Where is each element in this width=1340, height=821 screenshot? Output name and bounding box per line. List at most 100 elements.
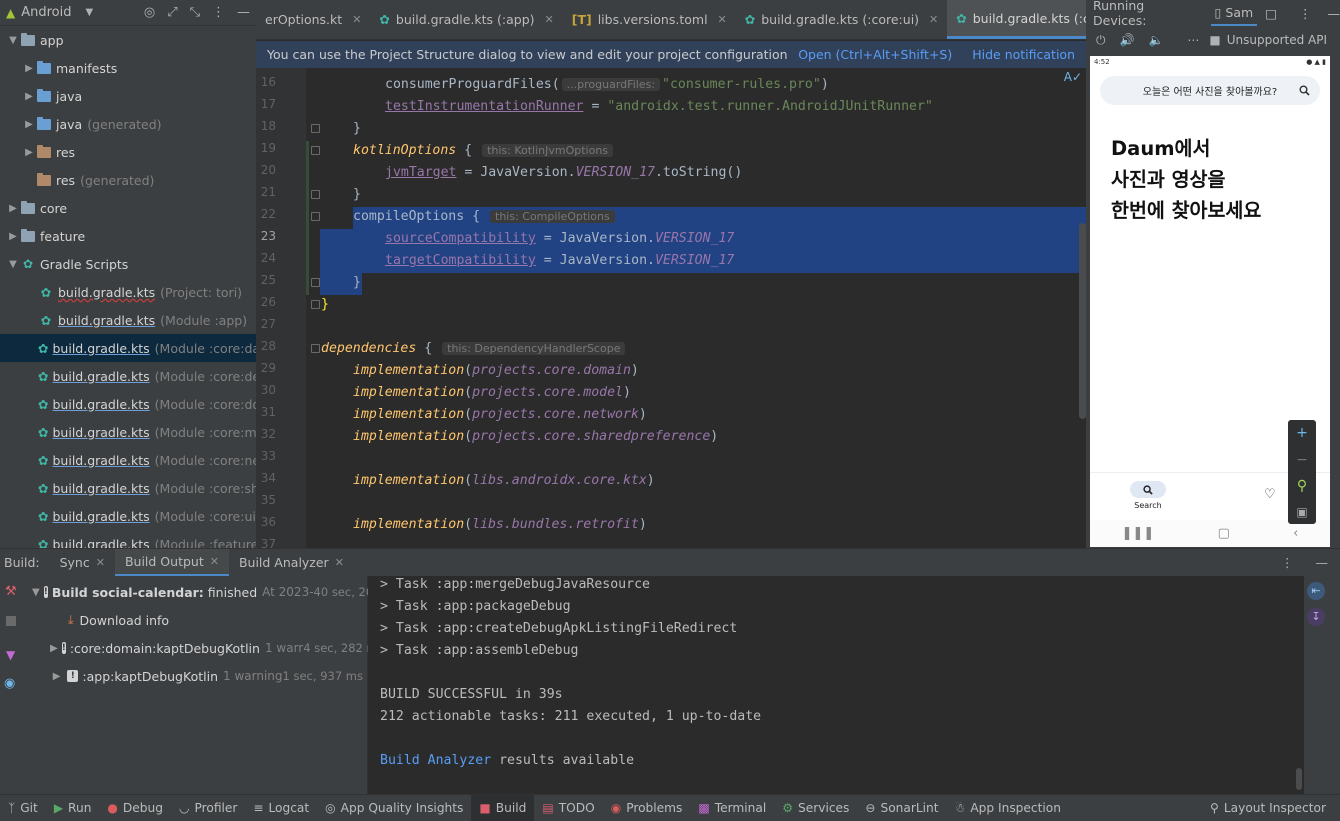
tree-item-build-gradle-core-network[interactable]: ✿ build.gradle.kts (Module :core:networ [0,446,256,474]
chevron-right-icon[interactable]: ▶ [50,671,63,682]
soft-wrap-icon[interactable]: ⇤ [1307,582,1325,600]
chevron-right-icon[interactable]: ▶ [22,147,36,158]
tree-item-build-gradle-project[interactable]: ✿ build.gradle.kts (Project: tori) [0,278,256,306]
recents-icon[interactable]: ❚❚❚ [1122,526,1155,541]
sonarlint-tool-button[interactable]: ⊖ SonarLint [857,795,946,821]
layout-inspector-tool-button[interactable]: ⚲ Layout Inspector [1202,795,1340,821]
tree-item-java[interactable]: ▶ java [0,82,256,110]
expand-icon[interactable]: ⤢ [167,5,177,20]
tree-item-build-gradle-core-design[interactable]: ✿ build.gradle.kts (Module :core:design [0,362,256,390]
minimize-icon[interactable]: — [1328,6,1340,21]
hide-notification-link[interactable]: Hide notification [972,47,1075,62]
tree-item-build-gradle-core-ui[interactable]: ✿ build.gradle.kts (Module :core:ui) [0,502,256,530]
problems-tool-button[interactable]: ◉ Problems [603,795,691,821]
todo-tool-button[interactable]: ▤ TODO [534,795,602,821]
home-icon[interactable]: ▢ [1218,526,1230,541]
app-inspection-tool-button[interactable]: ☃ App Inspection [947,795,1069,821]
tree-item-feature[interactable]: ▶ feature [0,222,256,250]
tree-item-gradle-scripts[interactable]: ▼ ✿ Gradle Scripts [0,250,256,278]
services-tool-button[interactable]: ⚙ Services [774,795,857,821]
build-tool-button[interactable]: ■ Build [471,794,535,821]
tree-item-res[interactable]: ▶ res [0,138,256,166]
scroll-to-end-icon[interactable]: ↧ [1307,608,1325,626]
power-icon[interactable]: ⏻ [1096,33,1106,48]
eye-icon[interactable]: ◉ [4,676,15,691]
close-icon[interactable]: ✕ [96,556,105,569]
chevron-down-icon[interactable]: ▼ [6,35,20,46]
tab-build-gradle-core-ui[interactable]: ✿ build.gradle.kts (:core:ui) ✕ [736,0,948,39]
fold-marker-icon[interactable] [311,146,320,155]
close-icon[interactable]: ✕ [335,556,344,569]
console-scrollbar[interactable] [1296,768,1302,790]
tree-item-build-gradle-core-data[interactable]: ✿ build.gradle.kts (Module :core:data) [0,334,256,362]
heart-icon[interactable]: ♡ [1264,487,1276,502]
chevron-right-icon[interactable]: ▶ [6,231,20,242]
editor-scrollbar[interactable] [1079,223,1086,419]
chevron-right-icon[interactable]: ▶ [6,203,20,214]
minimize-icon[interactable]: — [237,5,250,20]
chevron-down-icon[interactable]: ▼ [32,587,40,598]
chevron-right-icon[interactable]: ▶ [50,643,58,654]
fold-marker-icon[interactable] [311,190,320,199]
close-icon[interactable]: ✕ [718,13,727,26]
tree-item-core[interactable]: ▶ core [0,194,256,222]
collapse-icon[interactable]: ⤡ [190,5,200,20]
terminal-tool-button[interactable]: ▩ Terminal [690,795,774,821]
tab-build-output[interactable]: Build Output ✕ [114,548,229,577]
close-icon[interactable]: ✕ [352,13,361,26]
fold-marker-icon[interactable] [311,212,320,221]
search-bar[interactable]: 오늘은 어떤 사진을 찾아볼까요? [1100,76,1320,105]
tree-item-build-gradle-core-model[interactable]: ✿ build.gradle.kts (Module :core:model) [0,418,256,446]
code-editor[interactable]: 16 17 18 19 20 21 22 23 24 25 26 27 28 2… [256,68,1090,548]
fold-marker-icon[interactable] [311,124,320,133]
build-console[interactable]: > Task :app:mergeDebugJavaResource > Tas… [368,576,1304,794]
debug-tool-button[interactable]: ● Debug [99,795,171,821]
zoom-out-icon[interactable]: − [1296,452,1308,468]
fold-marker-icon[interactable] [311,278,320,287]
tree-item-res-generated[interactable]: res (generated) [0,166,256,194]
tree-item-build-gradle-feature-kakao[interactable]: ✿ build.gradle.kts (Module :feature:kaka [0,530,256,549]
back-icon[interactable]: ‹ [1293,526,1298,541]
tree-item-build-gradle-core-shared[interactable]: ✿ build.gradle.kts (Module :core:shared [0,474,256,502]
volume-up-icon[interactable]: 🔊 [1120,33,1135,47]
zoom-in-icon[interactable]: + [1296,425,1308,441]
more-options-icon[interactable]: ⋮ [1281,555,1294,570]
zoom-fit-icon[interactable]: ▣ [1296,505,1307,519]
build-core-domain-row[interactable]: ▶ ! :core:domain:kaptDebugKotlin 1 warr … [24,634,384,662]
tab-build-gradle-core-data[interactable]: ✿ build.gradle.kts (:core:data) ✕ [947,0,1086,39]
profiler-tool-button[interactable]: ◡ Profiler [171,795,245,821]
build-analyzer-link[interactable]: Build Analyzer [380,753,491,768]
tree-item-app[interactable]: ▼ app [0,26,256,54]
tree-item-manifests[interactable]: ▶ manifests [0,54,256,82]
tab-sync[interactable]: Sync ✕ [50,549,115,577]
chevron-right-icon[interactable]: ▶ [22,91,36,102]
chevron-down-icon[interactable]: ▼ [6,259,20,270]
chevron-right-icon[interactable]: ▶ [22,63,36,74]
chevron-down-icon[interactable]: ▼ [86,7,94,18]
stop-icon[interactable] [6,616,16,626]
zoom-actual-icon[interactable]: ⚲ [1297,478,1307,494]
more-options-icon[interactable]: ⋮ [212,5,225,20]
more-options-icon[interactable]: ⋮ [1299,6,1312,21]
tree-item-java-generated[interactable]: ▶ java (generated) [0,110,256,138]
hammer-icon[interactable]: ⚒ [5,584,17,599]
build-download-info-row[interactable]: ⤓ Download info [24,606,368,634]
target-icon[interactable]: ◎ [144,5,155,20]
window-layout-icon[interactable]: □ [1265,6,1277,21]
nav-search[interactable]: Search [1128,481,1168,510]
close-icon[interactable]: ✕ [929,13,938,26]
minimize-icon[interactable]: — [1316,555,1329,570]
build-app-kapt-row[interactable]: ▶ ! :app:kaptDebugKotlin 1 warning 1 sec… [24,662,368,690]
run-tool-button[interactable]: ▶ Run [46,795,100,821]
tab-build-analyzer[interactable]: Build Analyzer ✕ [229,549,354,577]
logcat-tool-button[interactable]: ≡ Logcat [245,795,317,821]
git-tool-button[interactable]: ᛉ Git [0,795,46,821]
tab-libs-versions-toml[interactable]: [T] libs.versions.toml ✕ [563,0,736,39]
search-icon[interactable] [1299,85,1310,96]
close-icon[interactable]: ✕ [545,13,554,26]
chevron-right-icon[interactable]: ▶ [22,119,36,130]
pin-icon[interactable]: ▼ [6,648,15,662]
device-tab[interactable]: ▯ Sam [1210,0,1258,26]
reader-mode-icon[interactable]: A✓ [1064,70,1082,84]
volume-down-icon[interactable]: 🔈 [1148,33,1163,47]
